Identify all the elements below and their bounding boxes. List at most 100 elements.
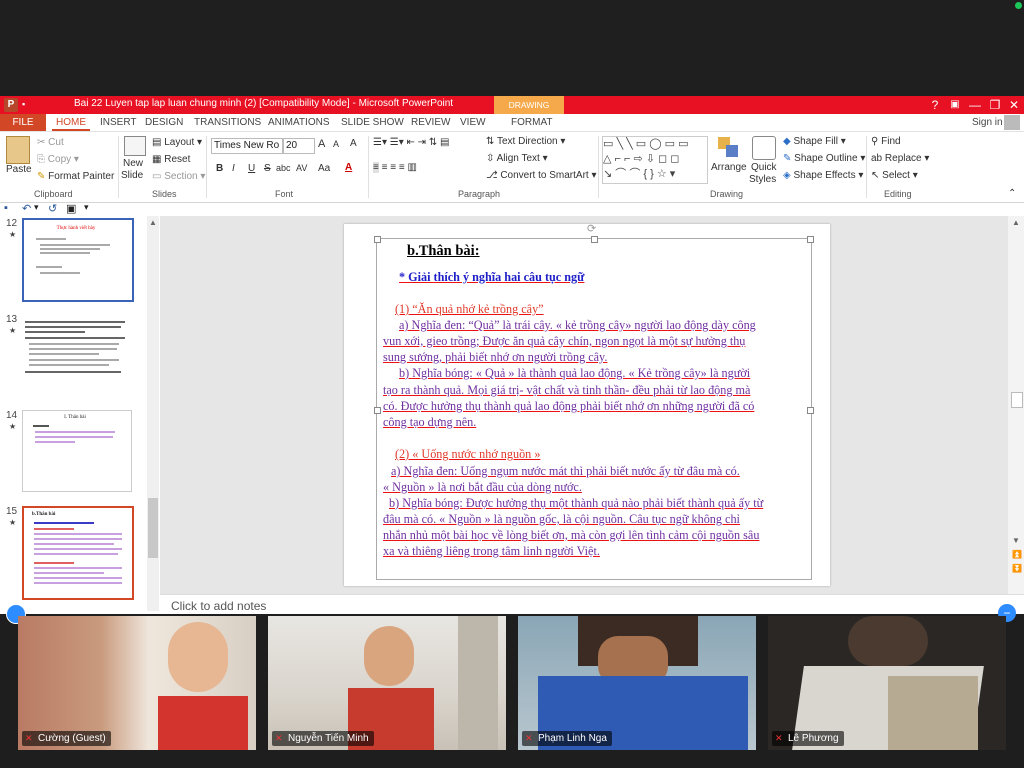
shape-fill-button[interactable]: ◆ Shape Fill ▾ <box>783 136 846 147</box>
bold-button[interactable]: B <box>216 163 223 174</box>
notes-placeholder: Click to add notes <box>171 599 267 613</box>
current-slide[interactable]: ⟳ b.Thân bài: * Giải thích ý nghĩa hai c… <box>344 222 830 586</box>
resize-handle[interactable] <box>374 407 381 414</box>
star-icon: ★ <box>9 326 17 335</box>
tab-file[interactable]: FILE <box>0 114 46 131</box>
underline-button[interactable]: U <box>248 163 255 174</box>
quick-styles-button-2[interactable]: Styles <box>749 174 776 185</box>
shape-effects-button[interactable]: ◈ Shape Effects ▾ <box>783 170 863 181</box>
new-slide-button[interactable]: New <box>123 158 143 169</box>
quick-save-icon[interactable]: ▪ <box>22 99 25 109</box>
help-button[interactable]: ? <box>926 96 944 114</box>
convert-smartart-button[interactable]: ⎇ Convert to SmartArt ▾ <box>486 170 596 181</box>
scroll-thumb[interactable] <box>148 498 158 558</box>
resize-handle[interactable] <box>374 236 381 243</box>
resize-handle[interactable] <box>591 236 598 243</box>
quick-styles-icon[interactable] <box>752 136 776 160</box>
sign-in-link[interactable]: Sign in <box>968 114 1007 131</box>
rotate-handle-icon[interactable]: ⟳ <box>587 222 596 235</box>
undo-icon[interactable]: ↶ <box>22 202 31 215</box>
find-button[interactable]: ⚲ Find <box>871 136 901 147</box>
align-text-button[interactable]: ⇳ Align Text ▾ <box>486 153 548 164</box>
powerpoint-logo-icon: P <box>4 98 18 112</box>
strikethrough-button[interactable]: S <box>264 163 271 174</box>
copy-button[interactable]: ⎘ Copy ▾ <box>37 154 79 165</box>
participant-tile[interactable]: ✕ Lê Phương <box>768 616 1006 750</box>
scroll-down-icon[interactable]: ▼ <box>1012 536 1020 545</box>
resize-handle[interactable] <box>807 236 814 243</box>
start-slideshow-icon[interactable]: ▣ <box>66 202 76 215</box>
resize-handle[interactable] <box>807 407 814 414</box>
format-painter-button[interactable]: ✎ Format Painter <box>37 171 114 182</box>
notes-pane[interactable]: Click to add notes <box>160 594 1024 616</box>
participant-tile[interactable]: ✕ Phạm Linh Nga <box>518 616 756 750</box>
minimize-button[interactable]: — <box>966 96 984 114</box>
font-color-button[interactable]: A <box>345 162 352 173</box>
collapse-ribbon-icon[interactable]: ⌃ <box>1008 188 1016 199</box>
status-dot-icon <box>1015 2 1022 9</box>
clear-format-button[interactable]: A <box>350 138 357 149</box>
customize-qat-icon[interactable]: ▾ <box>84 202 89 213</box>
grow-font-button[interactable]: A <box>318 138 325 150</box>
account-avatar-icon[interactable] <box>1004 115 1020 130</box>
arrange-icon[interactable] <box>718 137 740 157</box>
font-name-box[interactable]: Times New Ro <box>211 138 283 154</box>
previous-slide-icon[interactable]: ⏫ <box>1012 550 1022 559</box>
close-button[interactable]: ✕ <box>1005 96 1023 114</box>
quick-styles-button[interactable]: Quick <box>751 162 777 173</box>
participant-tile[interactable]: ✕ Nguyễn Tiến Minh <box>268 616 506 750</box>
bullets-button[interactable]: ☰▾ ☰▾ ⇤ ⇥ ⇅ ▤ <box>373 137 449 148</box>
next-slide-icon[interactable]: ⏬ <box>1012 564 1022 573</box>
proverb-2-title: (2) « Uống nước nhớ nguồn » <box>395 447 541 461</box>
editor-scrollbar[interactable]: ▲ ▼ ⏫ ⏬ <box>1008 216 1024 594</box>
thumbnails-scrollbar[interactable]: ▲ <box>147 216 159 611</box>
tab-insert[interactable]: INSERT <box>96 114 141 131</box>
scroll-up-icon[interactable]: ▲ <box>1012 218 1020 227</box>
redo-icon[interactable]: ↺ <box>48 202 57 215</box>
slide-thumbnail-14[interactable]: I. Thân bài <box>22 410 132 492</box>
tab-format[interactable]: FORMAT <box>507 114 556 131</box>
scroll-thumb[interactable] <box>1011 392 1023 408</box>
section-button[interactable]: ▭ Section ▾ <box>152 171 205 182</box>
text-direction-button[interactable]: ⇅ Text Direction ▾ <box>486 136 565 147</box>
shapes-gallery[interactable]: ▭ ╲ ╲ ▭ ◯ ▭ ▭ △ ⌐ ⌐ ⇨ ⇩ ◻ ◻ ↘ ⌒ ⌒ { } ☆ ▾ <box>602 136 708 184</box>
align-left-icon[interactable]: ≡ <box>373 162 379 173</box>
tab-design[interactable]: DESIGN <box>141 114 187 131</box>
shrink-font-button[interactable]: A <box>333 139 339 149</box>
powerpoint-window: P ▪ Bai 22 Luyen tap lap luan chung minh… <box>0 96 1024 616</box>
new-slide-icon[interactable] <box>124 136 146 156</box>
char-spacing-button[interactable]: AV <box>296 163 307 173</box>
tab-transitions[interactable]: TRANSITIONS <box>190 114 265 131</box>
undo-dropdown-icon[interactable]: ▾ <box>34 202 39 213</box>
tab-animations[interactable]: ANIMATIONS <box>264 114 333 131</box>
new-slide-button-2[interactable]: Slide <box>121 170 143 181</box>
italic-button[interactable]: I <box>232 163 235 174</box>
slide-thumbnail-15[interactable]: b.Thân bài <box>22 506 134 600</box>
save-icon[interactable]: ▪ <box>4 202 8 214</box>
align-buttons[interactable]: ≡ ≡ ≡ ≡ ▥ <box>373 162 417 173</box>
slide-thumbnail-13[interactable] <box>22 314 132 396</box>
shape-outline-button[interactable]: ✎ Shape Outline ▾ <box>783 153 865 164</box>
select-button[interactable]: ↖ Select ▾ <box>871 170 918 181</box>
tab-slide-show[interactable]: SLIDE SHOW <box>337 114 408 131</box>
shadow-button[interactable]: abc <box>276 163 291 173</box>
participant-tile[interactable]: ✕ Cường (Guest) <box>18 616 256 750</box>
replace-button[interactable]: ab Replace ▾ <box>871 153 929 164</box>
content-textbox[interactable]: b.Thân bài: * Giải thích ý nghĩa hai câu… <box>374 236 814 580</box>
text-line: vun xới, gieo trồng; Được ăn quả cây chí… <box>383 334 746 348</box>
slide-thumbnail-12[interactable]: Thực hành viết bày <box>22 218 134 302</box>
tab-review[interactable]: REVIEW <box>407 114 454 131</box>
paste-button[interactable]: Paste <box>6 164 32 175</box>
paste-icon[interactable] <box>6 136 30 164</box>
restore-button[interactable]: ❐ <box>986 96 1004 114</box>
reset-button[interactable]: ▦ Reset <box>152 154 190 165</box>
cut-button[interactable]: ✂ Cut <box>37 137 64 148</box>
quick-access-toolbar: ▪ ↶ ▾ ↺ ▣ ▾ <box>0 202 150 216</box>
scroll-up-icon[interactable]: ▲ <box>149 218 157 227</box>
change-case-button[interactable]: Aa <box>318 163 330 174</box>
arrange-button[interactable]: Arrange <box>711 162 747 173</box>
layout-button[interactable]: ▤ Layout ▾ <box>152 137 202 148</box>
font-size-box[interactable]: 20 <box>283 138 315 154</box>
ribbon-display-button[interactable]: ▣ <box>946 96 964 114</box>
tab-view[interactable]: VIEW <box>456 114 490 131</box>
